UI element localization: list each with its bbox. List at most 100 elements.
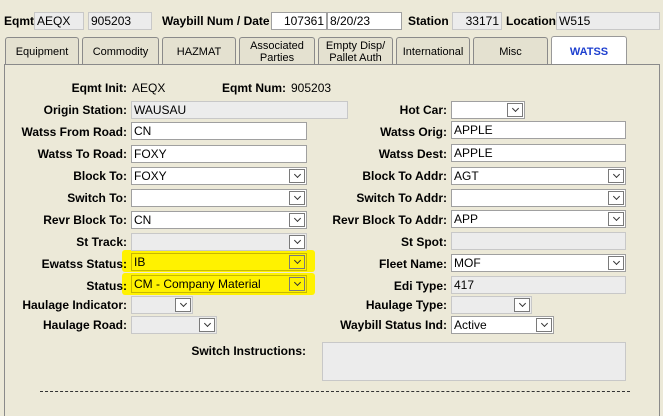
switch-instructions-textarea[interactable]	[322, 342, 626, 381]
chevron-down-icon[interactable]	[608, 256, 624, 270]
edi-type-field: 417	[451, 276, 626, 294]
waybill-status-ind-label: Waybill Status Ind:	[340, 318, 447, 332]
block-to-addr-label: Block To Addr:	[362, 169, 447, 183]
revr-block-to-value: CN	[134, 213, 152, 227]
haulage-road-select[interactable]	[131, 316, 217, 334]
revr-block-to-addr-select[interactable]: APP	[451, 210, 626, 228]
block-to-label: Block To:	[73, 169, 127, 183]
origin-station-label: Origin Station:	[43, 103, 127, 117]
status-value: CM - Company Material	[134, 277, 261, 291]
tab-label: WATSS	[569, 46, 609, 58]
watss-to-road-input[interactable]: FOXY	[131, 145, 307, 163]
chevron-down-icon[interactable]	[289, 255, 305, 269]
tab-label: International	[402, 46, 464, 58]
switch-to-label: Switch To:	[67, 191, 127, 205]
dashed-divider	[40, 391, 630, 392]
station-field: 33171	[452, 12, 502, 30]
block-to-addr-select[interactable]: AGT	[451, 167, 626, 185]
haulage-road-label: Haulage Road:	[42, 318, 127, 332]
origin-station-field: WAUSAU	[131, 101, 348, 119]
tab-empty-disp-pallet-auth[interactable]: Empty Disp/ Pallet Auth	[318, 37, 393, 64]
station-label: Station	[408, 14, 449, 28]
watss-orig-input[interactable]: APPLE	[451, 121, 626, 139]
waybill-num-input[interactable]: 107361	[271, 12, 327, 30]
tab-watss[interactable]: WATSS	[551, 36, 627, 65]
ewatss-status-select[interactable]: IB	[131, 253, 307, 271]
st-track-label: St Track:	[76, 235, 127, 249]
eqmt-num-label: Eqmt Num:	[222, 81, 286, 95]
chevron-down-icon[interactable]	[289, 169, 305, 183]
status-select[interactable]: CM - Company Material	[131, 275, 307, 293]
haulage-indicator-select[interactable]	[131, 296, 193, 314]
switch-to-addr-select[interactable]	[451, 189, 626, 207]
revr-block-to-addr-label: Revr Block To Addr:	[332, 213, 447, 227]
chevron-down-icon[interactable]	[289, 213, 305, 227]
chevron-down-icon[interactable]	[608, 212, 624, 226]
location-field: W515	[556, 12, 660, 30]
watss-dest-input[interactable]: APPLE	[451, 144, 626, 162]
chevron-down-icon[interactable]	[608, 169, 624, 183]
tab-misc[interactable]: Misc	[473, 37, 548, 64]
tab-label: Misc	[499, 46, 522, 58]
status-label: Status:	[86, 279, 127, 293]
chevron-down-icon[interactable]	[536, 318, 552, 332]
hot-car-label: Hot Car:	[399, 103, 447, 117]
watss-from-road-input[interactable]: CN	[131, 122, 307, 140]
st-spot-label: St Spot:	[401, 235, 447, 249]
waybill-status-ind-value: Active	[454, 318, 487, 332]
tab-label: HAZMAT	[176, 46, 222, 58]
waybill-label: Waybill Num / Date	[162, 14, 270, 28]
st-spot-field	[451, 232, 626, 250]
waybill-status-ind-select[interactable]: Active	[451, 316, 554, 334]
ewatss-status-label: Ewatss Status:	[41, 257, 127, 271]
switch-instructions-label: Switch Instructions:	[191, 344, 306, 358]
st-track-select[interactable]	[131, 233, 307, 251]
eqmt-label: Eqmt	[4, 14, 34, 28]
tab-hazmat[interactable]: HAZMAT	[162, 37, 236, 64]
block-to-addr-value: AGT	[454, 169, 479, 183]
hot-car-select[interactable]	[451, 101, 525, 119]
revr-block-to-label: Revr Block To:	[43, 213, 127, 227]
eqmt-num-value: 905203	[291, 81, 332, 95]
chevron-down-icon[interactable]	[608, 191, 624, 205]
eqmt-init-label: Eqmt Init:	[71, 81, 127, 95]
tab-equipment[interactable]: Equipment	[5, 37, 79, 64]
chevron-down-icon[interactable]	[289, 277, 305, 291]
watss-dest-label: Watss Dest:	[378, 147, 447, 161]
watss-to-road-label: Watss To Road:	[37, 147, 127, 161]
location-label: Location	[506, 14, 556, 28]
tab-label: Equipment	[15, 46, 69, 58]
eqmt-num-field: 905203	[88, 12, 152, 30]
ewatss-status-value: IB	[134, 255, 146, 269]
tab-label: Empty Disp/ Pallet Auth	[325, 40, 386, 64]
watss-from-road-label: Watss From Road:	[21, 125, 127, 139]
chevron-down-icon[interactable]	[514, 298, 530, 312]
revr-block-to-addr-value: APP	[454, 212, 479, 226]
haulage-indicator-label: Haulage Indicator:	[22, 298, 127, 312]
waybill-date-input[interactable]: 8/20/23	[327, 12, 402, 30]
chevron-down-icon[interactable]	[289, 235, 305, 249]
chevron-down-icon[interactable]	[507, 103, 523, 117]
eqmt-init-value: AEQX	[132, 81, 166, 95]
chevron-down-icon[interactable]	[175, 298, 191, 312]
chevron-down-icon[interactable]	[199, 318, 215, 332]
block-to-value: FOXY	[134, 169, 167, 183]
fleet-name-label: Fleet Name:	[378, 257, 447, 271]
tab-label: Associated Parties	[250, 40, 304, 64]
edi-type-label: Edi Type:	[393, 279, 447, 293]
fleet-name-select[interactable]: MOF	[451, 254, 626, 272]
tab-commodity[interactable]: Commodity	[82, 37, 159, 64]
block-to-select[interactable]: FOXY	[131, 167, 307, 185]
switch-to-addr-label: Switch To Addr:	[356, 191, 447, 205]
revr-block-to-select[interactable]: CN	[131, 211, 307, 229]
eqmt-init-field: AEQX	[34, 12, 84, 30]
fleet-name-value: MOF	[454, 256, 481, 270]
haulage-type-label: Haulage Type:	[365, 298, 447, 312]
haulage-type-select[interactable]	[451, 296, 532, 314]
chevron-down-icon[interactable]	[289, 191, 305, 205]
tab-associated-parties[interactable]: Associated Parties	[239, 37, 315, 64]
watss-orig-label: Watss Orig:	[380, 125, 447, 139]
tab-label: Commodity	[92, 46, 149, 58]
switch-to-select[interactable]	[131, 189, 307, 207]
tab-international[interactable]: International	[396, 37, 470, 64]
